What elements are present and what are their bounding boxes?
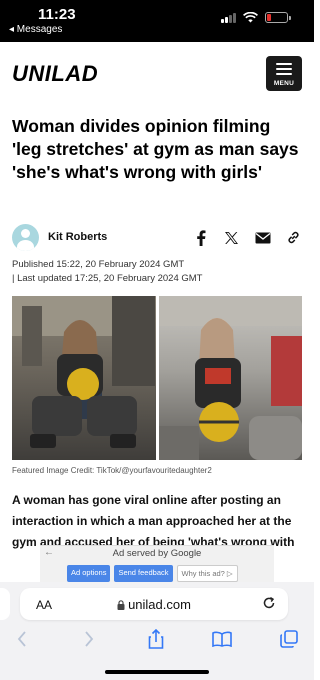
cellular-signal-icon — [221, 12, 236, 23]
featured-image-right — [158, 296, 302, 460]
share-icon[interactable] — [145, 628, 167, 650]
status-bar: 11:23 ◂ Messages — [0, 0, 314, 42]
hamburger-icon — [276, 63, 292, 78]
featured-image-left — [12, 296, 156, 460]
ad-buttons: Ad options Send feedback Why this ad? ▷ — [67, 565, 238, 582]
author-name[interactable]: Kit Roberts — [48, 231, 107, 243]
featured-image[interactable] — [12, 296, 302, 460]
bookmarks-icon[interactable] — [211, 628, 233, 650]
published-date: Published 15:22, 20 February 2024 GMT — [12, 259, 185, 270]
updated-date: | Last updated 17:25, 20 February 2024 G… — [12, 273, 203, 284]
ad-served-by: Ad served by Google — [112, 548, 202, 559]
author-row: Kit Roberts — [12, 224, 302, 252]
article-dates: Published 15:22, 20 February 2024 GMT | … — [12, 258, 202, 286]
email-icon[interactable] — [254, 229, 271, 246]
tabs-icon[interactable] — [278, 628, 300, 650]
lock-icon — [117, 600, 125, 610]
x-twitter-icon[interactable] — [223, 229, 240, 246]
share-icons — [192, 229, 302, 246]
ad-options-button[interactable]: Ad options — [67, 565, 111, 582]
status-icons — [221, 12, 291, 23]
menu-button[interactable]: MENU — [266, 56, 302, 91]
why-this-ad-button[interactable]: Why this ad? ▷ — [176, 565, 238, 582]
image-credit: Featured Image Credit: TikTok/@yourfavou… — [12, 466, 212, 475]
reload-icon[interactable] — [262, 596, 276, 610]
url-display: unilad.com — [20, 597, 288, 612]
author-avatar[interactable] — [12, 224, 39, 251]
site-header: UNILAD MENU — [0, 42, 314, 104]
home-indicator — [105, 670, 209, 674]
forward-arrow-icon[interactable] — [78, 628, 100, 650]
send-feedback-button[interactable]: Send feedback — [114, 565, 173, 582]
ad-banner: ← Ad served by Google Ad options Send fe… — [40, 545, 274, 585]
browser-toolbar: AA unilad.com — [0, 582, 314, 680]
address-bar[interactable]: AA unilad.com — [20, 588, 288, 620]
url-text: unilad.com — [128, 597, 191, 612]
wifi-icon — [243, 12, 258, 23]
article-body: A woman has gone viral online after post… — [12, 493, 295, 549]
article-headline: Woman divides opinion filming 'leg stret… — [12, 116, 299, 182]
previous-tab-preview[interactable] — [0, 588, 10, 620]
facebook-icon[interactable] — [192, 229, 209, 246]
back-to-messages[interactable]: ◂ Messages — [9, 24, 62, 35]
status-time: 11:23 — [38, 6, 76, 23]
site-logo[interactable]: UNILAD — [12, 61, 98, 87]
back-arrow-icon[interactable] — [11, 628, 33, 650]
menu-label: MENU — [273, 80, 295, 87]
browser-nav-row — [0, 628, 314, 654]
battery-icon — [265, 12, 291, 23]
link-icon[interactable] — [285, 229, 302, 246]
